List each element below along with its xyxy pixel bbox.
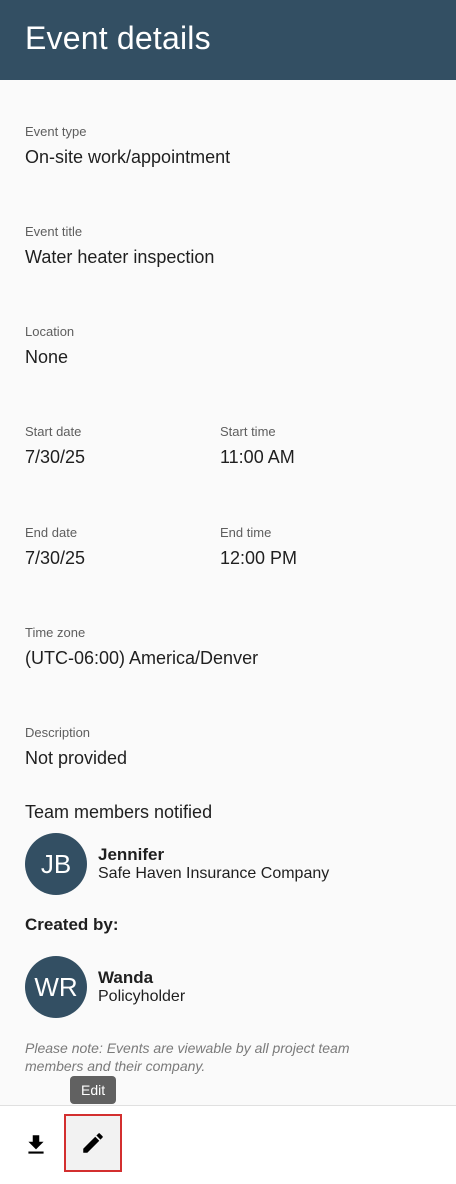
end-date-value: 7/30/25 [25,548,86,568]
created-by-heading: Created by: [25,915,119,934]
description-value: Not provided [25,748,128,768]
team-members-heading: Team members notified [25,802,213,822]
download-icon [28,1135,44,1154]
page-title: Event details [25,20,211,56]
visibility-note: Please note: Events are viewable by all … [25,1040,350,1074]
team-member-org: Safe Haven Insurance Company [98,865,330,882]
edit-button[interactable] [64,1114,122,1172]
event-type-label: Event type [25,124,87,139]
time-zone-value: (UTC-06:00) America/Denver [25,648,259,668]
time-zone-label: Time zone [25,625,86,640]
team-member-name: Jennifer [98,845,165,864]
field-time-zone: Time zone (UTC-06:00) America/Denver [25,625,258,669]
end-date-label: End date [25,525,78,540]
field-start-date: Start date 7/30/25 [25,424,85,468]
description-label: Description [25,725,91,740]
location-value: None [25,347,69,367]
app-header: Event details [0,0,456,80]
creator-role: Policyholder [98,988,186,1005]
creator-name: Wanda [98,968,154,987]
event-title-label: Event title [25,224,83,239]
start-date-label: Start date [25,424,82,439]
end-time-value: 12:00 PM [220,548,298,568]
edit-tooltip: Edit [70,1076,117,1104]
bottom-toolbar [0,1105,456,1184]
pencil-icon [83,1133,103,1153]
field-event-type: Event type On-site work/appointment [25,124,230,168]
field-location: Location None [25,324,74,368]
event-type-value: On-site work/appointment [25,147,231,167]
field-end-date: End date 7/30/25 [25,525,85,569]
field-event-title: Event title Water heater inspection [25,224,214,268]
avatar: WR [25,956,87,1018]
event-title-value: Water heater inspection [25,247,215,267]
location-label: Location [25,324,75,339]
creator-item: WR Wanda Policyholder [25,956,435,1018]
start-time-label: Start time [220,424,276,439]
start-time-value: 11:00 AM [220,447,295,467]
download-button[interactable] [8,1117,64,1173]
field-start-time: Start time 11:00 AM [220,424,295,468]
team-member-item: JB Jennifer Safe Haven Insurance Company [25,833,435,895]
start-date-value: 7/30/25 [25,447,86,467]
field-end-time: End time 12:00 PM [220,525,297,569]
avatar: JB [25,833,87,895]
end-time-label: End time [220,525,272,540]
field-description: Description Not provided [25,725,127,769]
